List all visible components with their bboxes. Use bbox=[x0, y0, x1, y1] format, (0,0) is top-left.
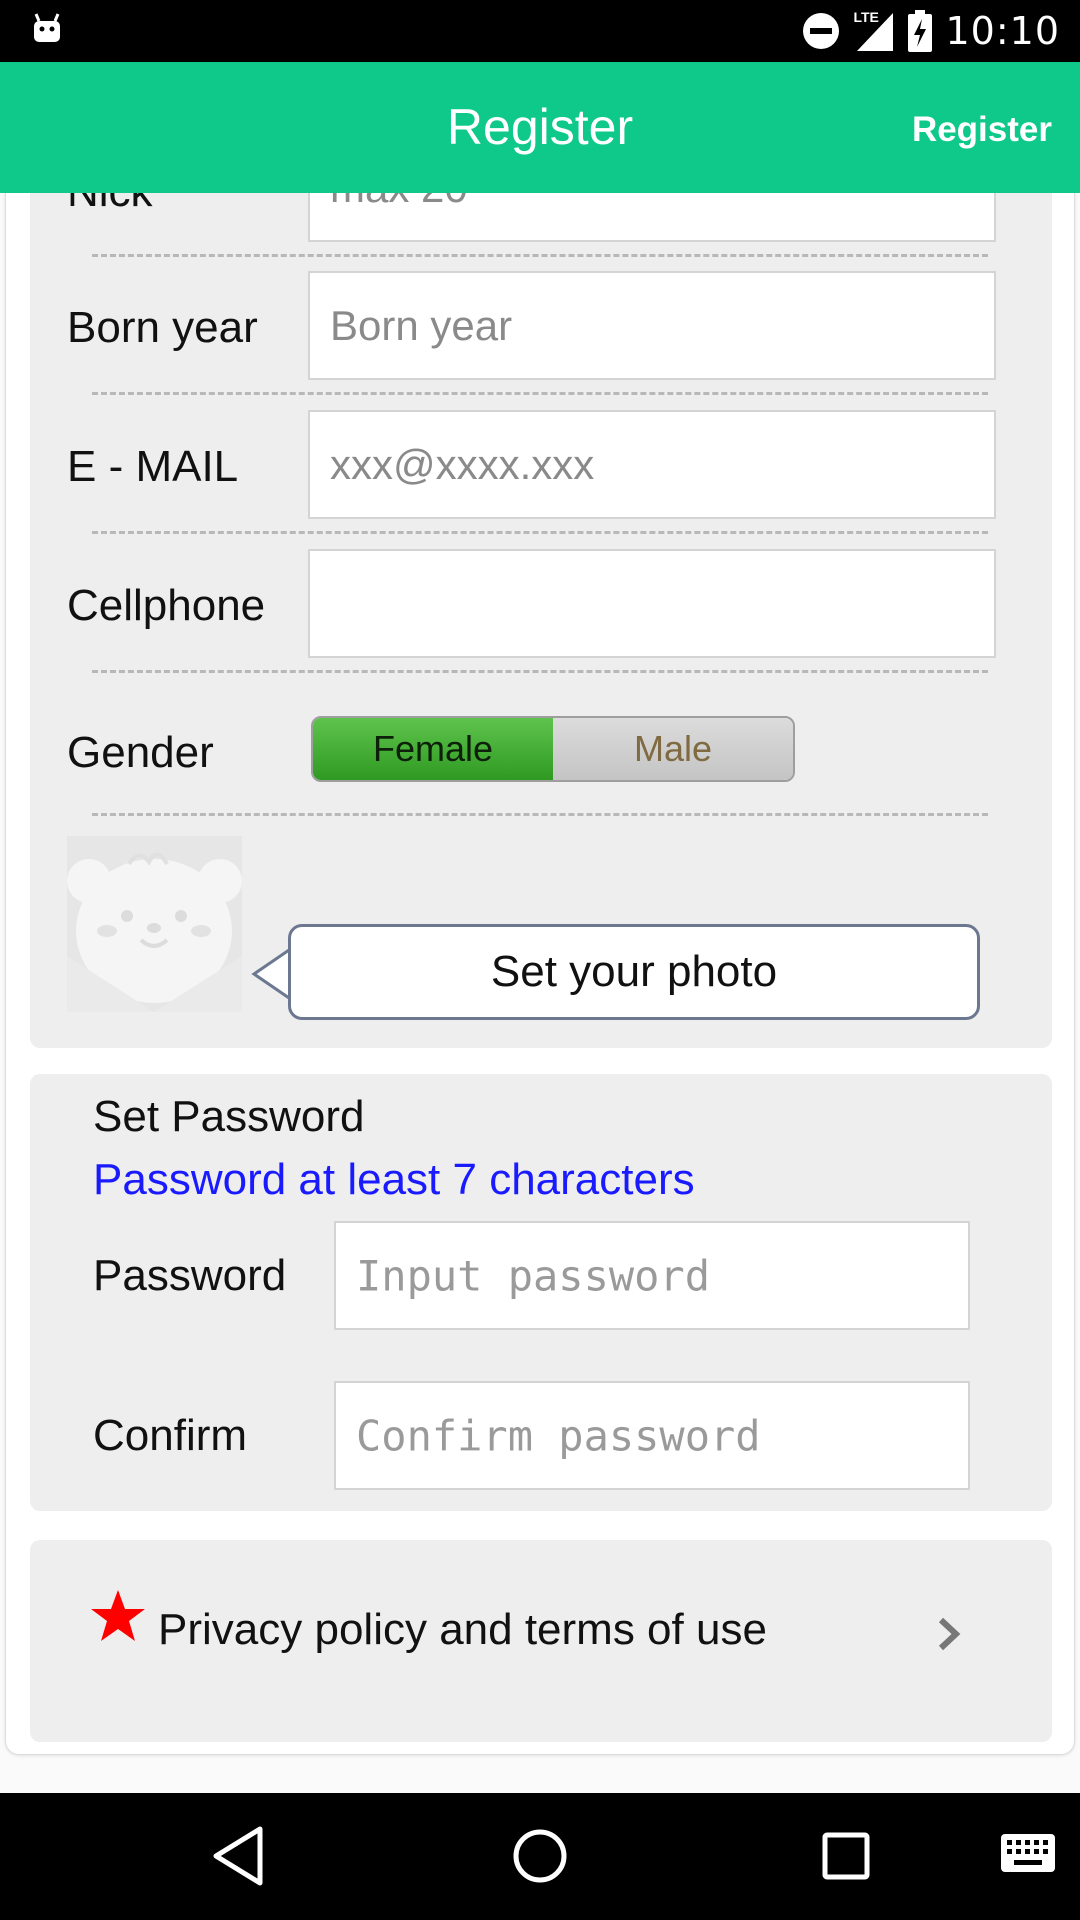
red-star-icon bbox=[91, 1590, 145, 1641]
password-placeholder: Input password bbox=[356, 1251, 711, 1300]
divider bbox=[92, 813, 988, 816]
status-bar: LTE 10:10 bbox=[0, 0, 1080, 62]
gender-toggle[interactable]: Female Male bbox=[311, 716, 795, 782]
home-icon[interactable] bbox=[510, 1823, 570, 1889]
password-input[interactable]: Input password bbox=[334, 1221, 970, 1330]
born-year-input[interactable]: Born year bbox=[308, 271, 996, 380]
divider bbox=[92, 531, 988, 534]
born-year-label: Born year bbox=[67, 303, 258, 352]
nick-input[interactable]: max 20 bbox=[308, 193, 996, 242]
cellphone-label: Cellphone bbox=[67, 581, 266, 630]
navigation-bar bbox=[0, 1793, 1080, 1920]
gender-female-option[interactable]: Female bbox=[313, 718, 553, 780]
password-hint: Password at least 7 characters bbox=[93, 1155, 695, 1204]
password-section-title: Set Password bbox=[93, 1092, 365, 1141]
battery-charging-icon bbox=[908, 10, 933, 52]
gender-male-option[interactable]: Male bbox=[553, 718, 793, 780]
confirm-password-placeholder: Confirm password bbox=[356, 1411, 761, 1460]
do-not-disturb-icon bbox=[803, 13, 840, 49]
confirm-label: Confirm bbox=[93, 1411, 248, 1460]
divider bbox=[92, 392, 988, 395]
back-icon[interactable] bbox=[210, 1823, 266, 1889]
privacy-policy-label[interactable]: Privacy policy and terms of use bbox=[158, 1605, 767, 1655]
recents-icon[interactable] bbox=[818, 1823, 874, 1889]
app-bar: Register Register bbox=[0, 62, 1080, 193]
register-button[interactable]: Register bbox=[912, 110, 1052, 150]
nick-label: Nick bbox=[67, 193, 153, 217]
gender-label: Gender bbox=[67, 728, 214, 777]
chevron-right-icon[interactable] bbox=[936, 1614, 962, 1654]
email-input[interactable]: xxx@xxxx.xxx bbox=[308, 410, 996, 519]
keyboard-icon[interactable] bbox=[1000, 1833, 1056, 1873]
password-label: Password bbox=[93, 1251, 287, 1300]
email-placeholder: xxx@xxxx.xxx bbox=[330, 440, 595, 488]
cellphone-input[interactable] bbox=[308, 549, 996, 658]
divider bbox=[92, 254, 988, 257]
lte-signal-icon: LTE bbox=[853, 9, 895, 53]
email-label: E - MAIL bbox=[67, 442, 239, 491]
born-year-placeholder: Born year bbox=[330, 301, 513, 349]
set-photo-button[interactable]: Set your photo bbox=[288, 924, 980, 1020]
bear-avatar-icon bbox=[67, 836, 242, 1012]
clock: 10:10 bbox=[945, 9, 1060, 53]
nick-placeholder: max 20 bbox=[330, 193, 468, 212]
register-form[interactable]: Nick max 20 Born year Born year E - MAIL… bbox=[0, 193, 1080, 1793]
divider bbox=[92, 670, 988, 673]
android-debug-icon bbox=[34, 13, 60, 42]
avatar[interactable] bbox=[67, 836, 242, 1012]
confirm-password-input[interactable]: Confirm password bbox=[334, 1381, 970, 1490]
